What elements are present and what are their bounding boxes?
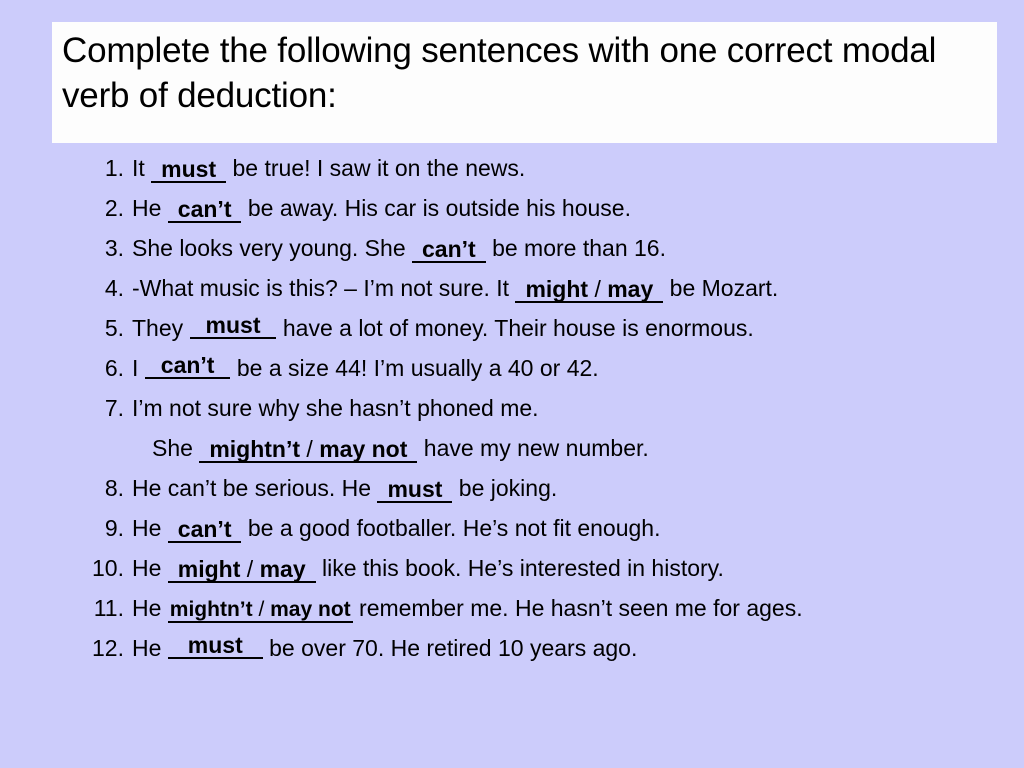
item-sentence: I’m not sure why she hasn’t phoned me. — [132, 395, 539, 421]
item-sentence: I can’t be a size 44! I’m usually a 40 o… — [132, 348, 599, 388]
item-sentence: He can’t be serious. He must be joking. — [132, 468, 557, 508]
page-title: Complete the following sentences with on… — [62, 31, 946, 115]
item-number: 12. — [92, 635, 124, 661]
item-number: 3. — [104, 235, 124, 261]
answer-option-2: may not — [270, 598, 351, 621]
sentence-before: -What music is this? – I’m not sure. It — [132, 275, 516, 301]
answer-blank[interactable]: might / may — [515, 276, 664, 304]
sentence-before: He — [132, 515, 168, 541]
sentence-after: remember me. He hasn’t seen me for ages. — [352, 595, 803, 621]
answer-option-1: might — [177, 556, 241, 582]
sentence-after: be away. His car is outside his house. — [241, 195, 631, 221]
sentence-before: He — [132, 595, 168, 621]
sentence-before: It — [132, 155, 152, 181]
item-sentence: He mightn’t / may not remember me. He ha… — [132, 588, 803, 628]
sentence-before: They — [132, 315, 190, 341]
item-sentence: He must be over 70. He retired 10 years … — [132, 628, 637, 668]
answer-blank[interactable]: can’t — [167, 517, 242, 544]
answer-separator: / — [240, 556, 260, 582]
list-item-continuation: She mightn’t / may not have my new numbe… — [0, 428, 1024, 468]
answer-option-2: may not — [319, 436, 408, 462]
sentence-before: He can’t be serious. He — [132, 475, 378, 501]
answer-blank[interactable]: must — [167, 633, 263, 660]
list-item: 8. He can’t be serious. He must be jokin… — [0, 468, 1024, 508]
sentence-after: be joking. — [452, 475, 558, 501]
item-number: 5. — [104, 315, 124, 341]
item-sentence: They must have a lot of money. Their hou… — [132, 308, 754, 348]
sentence-after: be a size 44! I’m usually a 40 or 42. — [230, 355, 599, 381]
list-item: 1. It must be true! I saw it on the news… — [0, 148, 1024, 188]
item-number: 10. — [92, 555, 124, 581]
sentence-after: have my new number. — [417, 435, 649, 461]
sentence-after: have a lot of money. Their house is enor… — [276, 315, 754, 341]
sentence-before: He — [132, 195, 168, 221]
sentence-before: He — [132, 635, 168, 661]
answer-option-2: may — [259, 556, 306, 582]
answer-option-2: may — [607, 276, 654, 302]
item-sentence: He might / may like this book. He’s inte… — [132, 548, 724, 588]
item-number: 8. — [104, 475, 124, 501]
item-sentence: He can’t be away. His car is outside his… — [132, 188, 631, 228]
list-item: 12. He must be over 70. He retired 10 ye… — [0, 628, 1024, 668]
answer-blank[interactable]: mightn’t / may not — [167, 598, 353, 624]
title-block: Complete the following sentences with on… — [52, 22, 997, 143]
sentence-after: be Mozart. — [663, 275, 779, 301]
answer-separator: / — [588, 276, 608, 302]
item-sentence: She looks very young. She can’t be more … — [132, 228, 666, 268]
item-number: 1. — [104, 155, 124, 181]
sentence-after: be a good footballer. He’s not fit enoug… — [241, 515, 661, 541]
item-number: 2. — [104, 195, 124, 221]
item-sentence: He can’t be a good footballer. He’s not … — [132, 508, 660, 548]
sentence-after: be over 70. He retired 10 years ago. — [262, 635, 638, 661]
answer-option-1: mightn’t — [169, 598, 253, 621]
answer-blank[interactable]: might / may — [167, 556, 316, 584]
item-sentence: It must be true! I saw it on the news. — [132, 148, 525, 188]
item-number: 4. — [104, 275, 124, 301]
answer-separator: / — [252, 598, 271, 621]
list-item: 2. He can’t be away. His car is outside … — [0, 188, 1024, 228]
sentence-before: I — [132, 355, 145, 381]
sentence-after: be more than 16. — [485, 235, 666, 261]
answer-option-1: might — [525, 276, 589, 302]
exercise-list: 1. It must be true! I saw it on the news… — [0, 148, 1024, 668]
answer-blank[interactable]: can’t — [412, 237, 486, 264]
list-item: 7. I’m not sure why she hasn’t phoned me… — [0, 388, 1024, 428]
list-item: 3. She looks very young. She can’t be mo… — [0, 228, 1024, 268]
sentence-before: He — [132, 555, 168, 581]
sentence-after: like this book. He’s interested in histo… — [315, 555, 724, 581]
answer-blank[interactable]: must — [189, 313, 277, 340]
answer-separator: / — [300, 436, 320, 462]
list-item: 11. He mightn’t / may not remember me. H… — [0, 588, 1024, 628]
list-item: 6. I can’t be a size 44! I’m usually a 4… — [0, 348, 1024, 388]
item-sentence: -What music is this? – I’m not sure. It … — [132, 268, 778, 308]
answer-blank[interactable]: can’t — [144, 353, 231, 380]
list-item: 10. He might / may like this book. He’s … — [0, 548, 1024, 588]
sentence-before: She looks very young. She — [132, 235, 412, 261]
list-item: 5. They must have a lot of money. Their … — [0, 308, 1024, 348]
item-sentence: She mightn’t / may not have my new numbe… — [152, 428, 649, 468]
item-number: 11. — [93, 595, 124, 621]
slide: Complete the following sentences with on… — [0, 0, 1024, 768]
answer-blank[interactable]: must — [151, 157, 227, 184]
answer-blank[interactable]: mightn’t / may not — [199, 436, 418, 464]
list-item: 4. -What music is this? – I’m not sure. … — [0, 268, 1024, 308]
answer-blank[interactable]: can’t — [167, 197, 242, 224]
sentence-after: be true! I saw it on the news. — [226, 155, 526, 181]
item-number: 9. — [104, 515, 124, 541]
sentence-before: She — [152, 435, 200, 461]
item-number: 7. — [104, 395, 124, 421]
item-number: 6. — [104, 355, 124, 381]
answer-blank[interactable]: must — [377, 477, 453, 504]
answer-option-1: mightn’t — [209, 436, 301, 462]
list-item: 9. He can’t be a good footballer. He’s n… — [0, 508, 1024, 548]
